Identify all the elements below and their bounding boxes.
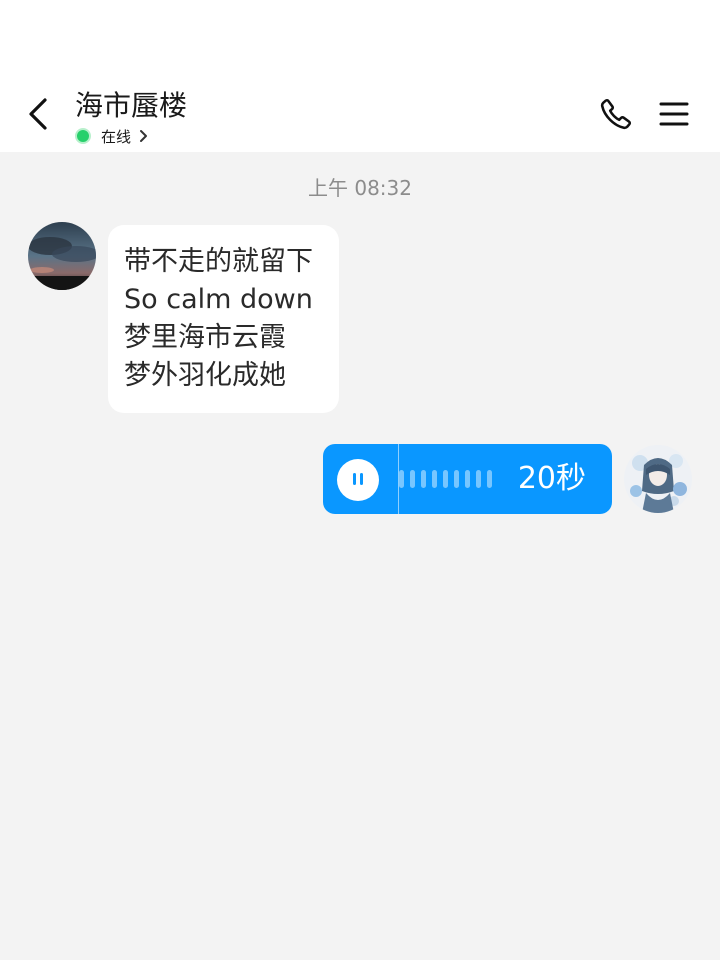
status-text: 在线 — [101, 127, 132, 146]
message-line: 带不走的就留下 — [124, 246, 313, 277]
more-menu-button[interactable] — [656, 100, 692, 132]
back-button[interactable] — [20, 96, 56, 136]
chevron-left-icon — [27, 97, 49, 135]
message-timestamp: 上午 08:32 — [308, 176, 412, 200]
pause-button[interactable] — [337, 459, 379, 501]
text-message-bubble[interactable]: 带不走的就留下 So calm down 梦里海市云霞 梦外羽化成她 — [108, 225, 339, 413]
message-line: So calm down — [124, 284, 313, 315]
chevron-right-icon — [139, 129, 148, 143]
chat-screen: 海市蜃楼 在线 上午 08:32 带不走的就留下 So calm down 梦里… — [0, 0, 720, 960]
contact-header[interactable]: 海市蜃楼 在线 — [75, 88, 187, 146]
waveform-icon — [399, 470, 492, 488]
voice-duration: 20秒 — [517, 461, 586, 496]
message-line: 梦里海市云霞 — [124, 322, 286, 353]
status-row[interactable]: 在线 — [75, 126, 187, 146]
voice-call-button[interactable] — [598, 98, 634, 134]
phone-icon — [599, 97, 633, 135]
voice-message-bubble[interactable]: 20秒 — [323, 444, 612, 514]
menu-icon — [659, 101, 689, 131]
message-line: 梦外羽化成她 — [124, 360, 286, 391]
contact-avatar[interactable] — [28, 222, 96, 290]
pause-icon — [351, 471, 365, 490]
my-avatar[interactable] — [624, 445, 692, 513]
top-bar: 海市蜃楼 在线 — [0, 0, 720, 152]
online-status-dot — [75, 128, 91, 144]
contact-name: 海市蜃楼 — [75, 89, 188, 122]
